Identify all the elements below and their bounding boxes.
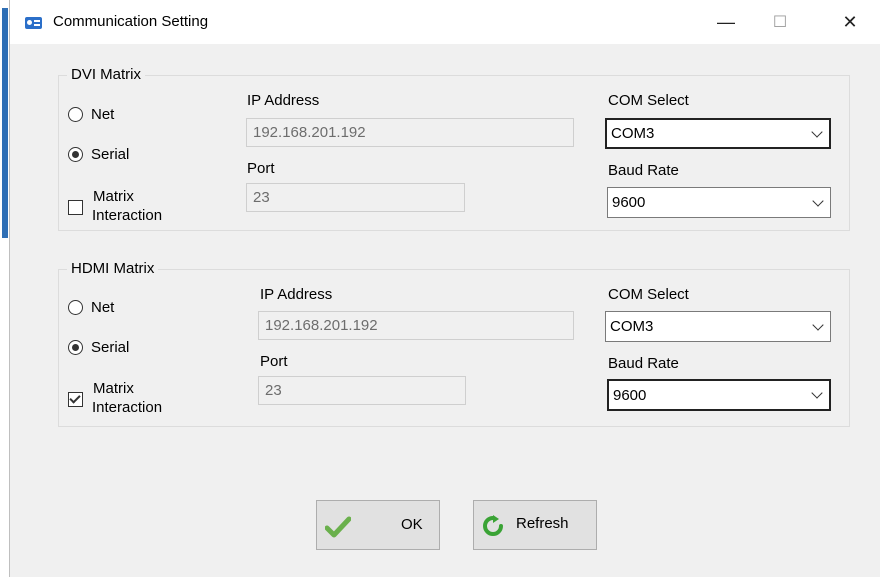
hdmi-matrix-interaction-box[interactable] <box>68 392 83 407</box>
dvi-com-select-value: COM3 <box>611 125 655 142</box>
chevron-down-icon <box>811 125 823 138</box>
dvi-baud-rate-label: Baud Rate <box>608 162 679 179</box>
hdmi-com-select-dropdown[interactable]: COM3 <box>605 311 831 342</box>
dvi-port-label: Port <box>247 160 275 177</box>
checkmark-icon <box>325 516 351 538</box>
communication-setting-dialog: Communication Setting — ☐ ✕ DVI Matrix N… <box>10 0 880 577</box>
minimize-button[interactable]: — <box>704 6 748 38</box>
hdmi-ip-address-label: IP Address <box>260 286 333 303</box>
dvi-net-radio-circle[interactable] <box>68 107 83 122</box>
hdmi-ip-address-field[interactable]: 192.168.201.192 <box>258 311 574 340</box>
title-bar: Communication Setting — ☐ ✕ <box>10 0 880 44</box>
hdmi-serial-radio[interactable]: Serial <box>68 339 129 356</box>
dvi-net-label: Net <box>91 106 115 123</box>
hdmi-baud-rate-label: Baud Rate <box>608 355 679 372</box>
dvi-baud-rate-dropdown[interactable]: 9600 <box>607 187 831 218</box>
background-window-accent <box>2 8 8 238</box>
hdmi-matrix-interaction-label-line2: Interaction <box>92 399 163 416</box>
hdmi-com-select-value: COM3 <box>610 318 654 335</box>
hdmi-baud-rate-value: 9600 <box>613 386 647 404</box>
dvi-serial-radio[interactable]: Serial <box>68 146 129 163</box>
dvi-baud-rate-value: 9600 <box>612 194 646 211</box>
dvi-com-select-label: COM Select <box>608 92 689 109</box>
dvi-matrix-interaction-label-line2: Interaction <box>92 207 163 224</box>
dvi-ip-address-label: IP Address <box>247 92 320 109</box>
hdmi-port-field[interactable]: 23 <box>258 376 466 405</box>
chevron-down-icon <box>812 194 824 207</box>
refresh-button-label: Refresh <box>516 515 569 532</box>
hdmi-matrix-interaction-label-line1: Matrix <box>93 380 134 397</box>
dvi-matrix-interaction-checkbox[interactable]: Matrix Interaction <box>68 187 162 225</box>
hdmi-matrix-title: HDMI Matrix <box>67 260 159 277</box>
ok-button[interactable]: OK <box>316 500 440 550</box>
dvi-matrix-title: DVI Matrix <box>67 66 146 83</box>
dvi-com-select-dropdown[interactable]: COM3 <box>605 118 831 149</box>
dvi-serial-label: Serial <box>91 146 130 163</box>
refresh-button[interactable]: Refresh <box>473 500 597 550</box>
hdmi-matrix-interaction-label: Matrix Interaction <box>92 379 162 417</box>
hdmi-baud-rate-dropdown[interactable]: 9600 <box>607 379 831 411</box>
hdmi-serial-label: Serial <box>91 339 130 356</box>
chevron-down-icon <box>811 387 823 399</box>
maximize-button[interactable]: ☐ <box>758 6 802 38</box>
dvi-matrix-interaction-box[interactable] <box>68 200 83 215</box>
hdmi-port-label: Port <box>260 353 288 370</box>
hdmi-com-select-label: COM Select <box>608 286 689 303</box>
dvi-ip-address-field[interactable]: 192.168.201.192 <box>246 118 574 147</box>
dvi-matrix-interaction-label: Matrix Interaction <box>92 187 162 225</box>
dvi-net-radio[interactable]: Net <box>68 106 114 123</box>
hdmi-net-label: Net <box>91 299 115 316</box>
app-icon <box>25 17 42 29</box>
hdmi-serial-radio-circle[interactable] <box>68 340 83 355</box>
hdmi-matrix-interaction-checkbox[interactable]: Matrix Interaction <box>68 379 162 417</box>
chevron-down-icon <box>812 318 824 331</box>
dvi-serial-radio-circle[interactable] <box>68 147 83 162</box>
hdmi-net-radio[interactable]: Net <box>68 299 114 316</box>
dvi-port-field[interactable]: 23 <box>246 183 465 212</box>
refresh-icon <box>483 515 503 536</box>
close-button[interactable]: ✕ <box>828 6 872 38</box>
ok-button-label: OK <box>401 516 423 533</box>
hdmi-net-radio-circle[interactable] <box>68 300 83 315</box>
window-title: Communication Setting <box>53 13 209 30</box>
dvi-matrix-interaction-label-line1: Matrix <box>93 188 134 205</box>
